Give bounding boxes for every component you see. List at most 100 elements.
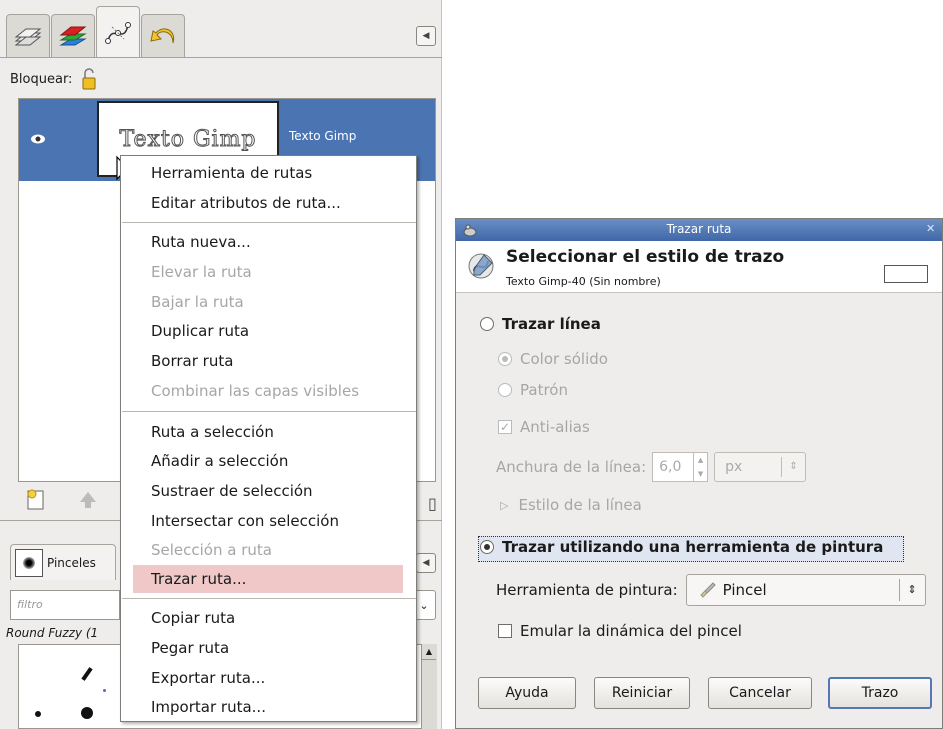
line-width-unit: px — [725, 459, 743, 475]
pattern-label: Patrón — [520, 381, 568, 399]
menu-item-selection-to-path: Selección a ruta — [151, 541, 272, 559]
menu-item-path-tool[interactable]: Herramienta de rutas — [133, 159, 403, 187]
spin-arrows-icon: ▲ ▼ — [693, 453, 707, 481]
scroll-up-icon[interactable]: ▲ — [422, 644, 436, 660]
menu-item-duplicate-path[interactable]: Duplicar ruta — [133, 317, 403, 345]
stroke-path-dialog: Trazar ruta ✕ Seleccionar el estilo de t… — [455, 218, 943, 729]
solid-color-label: Color sólido — [520, 350, 608, 368]
path-thumbnail-text: Texto Gimp — [119, 126, 257, 152]
menu-item-raise-path: Elevar la ruta — [151, 263, 252, 281]
brush-name: Round Fuzzy (1 — [6, 626, 99, 640]
lock-icon[interactable] — [80, 66, 98, 92]
brush-preview[interactable] — [35, 711, 41, 717]
solid-color-option: Color sólido — [498, 350, 608, 368]
line-width-spinbox: 6,0 ▲ ▼ — [652, 452, 709, 482]
triangle-left-icon: ◀ — [422, 31, 430, 41]
paint-tool-option-label: Trazar utilizando una herramienta de pin… — [502, 538, 884, 556]
paths-icon — [105, 21, 131, 44]
brushes-menu-button[interactable]: ◀ — [416, 553, 436, 573]
raise-path-icon[interactable] — [76, 488, 100, 512]
brushes-tab[interactable]: Pinceles — [10, 544, 116, 580]
line-style-label: Estilo de la línea — [518, 496, 642, 514]
pattern-radio — [498, 383, 512, 397]
menu-item-copy-path[interactable]: Copiar ruta — [133, 604, 403, 632]
menu-item-add-to-selection[interactable]: Añadir a selección — [133, 447, 403, 475]
menu-item-stroke-path[interactable]: Trazar ruta... — [133, 565, 403, 593]
brush-preview[interactable] — [81, 667, 93, 681]
menu-separator — [122, 222, 416, 223]
menu-separator — [122, 598, 416, 599]
new-path-icon[interactable] — [24, 488, 48, 512]
menu-item-paste-path[interactable]: Pegar ruta — [133, 634, 403, 662]
line-style-expander: ▷ Estilo de la línea — [500, 496, 642, 514]
triangle-left-icon: ◀ — [422, 558, 430, 568]
menu-item-export-path[interactable]: Exportar ruta... — [133, 664, 403, 692]
expander-triangle-icon: ▷ — [500, 498, 509, 512]
brush-filter-input[interactable]: filtro — [10, 590, 120, 620]
emulate-dynamics-option[interactable]: Emular la dinámica del pincel — [498, 622, 742, 640]
header-title: Seleccionar el estilo de trazo — [506, 247, 785, 267]
brush-preview[interactable] — [103, 689, 106, 692]
close-icon[interactable]: ✕ — [926, 222, 940, 238]
chevron-down-icon: ⌄ — [419, 598, 429, 612]
stroke-line-label: Trazar línea — [502, 315, 601, 333]
reset-button[interactable]: Reiniciar — [594, 677, 690, 709]
paint-tool-radio[interactable] — [480, 540, 494, 554]
undo-history-tab[interactable] — [141, 14, 185, 58]
paint-tool-value: Pincel — [722, 581, 767, 599]
paintbrush-icon — [699, 582, 716, 598]
stroke-line-radio[interactable] — [480, 317, 494, 331]
line-width-unit-select: px ⇕ — [714, 452, 807, 482]
antialias-checkbox: ✓ — [498, 420, 512, 434]
layers-tab[interactable] — [6, 14, 50, 58]
paths-tab[interactable] — [96, 6, 140, 58]
menu-separator — [122, 411, 416, 412]
paint-tool-label: Herramienta de pintura: — [496, 581, 678, 599]
menu-item-import-path[interactable]: Importar ruta... — [133, 693, 403, 721]
pattern-option: Patrón — [498, 381, 568, 399]
lock-label: Bloquear: — [10, 71, 73, 87]
menu-item-subtract-from-selection[interactable]: Sustraer de selección — [133, 477, 403, 505]
menu-item-edit-path-attributes[interactable]: Editar atributos de ruta... — [133, 189, 403, 217]
delete-path-icon[interactable]: ▯ — [428, 494, 437, 513]
dialog-titlebar[interactable]: Trazar ruta ✕ — [456, 219, 942, 241]
paths-context-menu: Herramienta de rutas Editar atributos de… — [120, 155, 417, 722]
paint-tool-row: Herramienta de pintura: Pincel ⇕ — [496, 574, 926, 606]
antialias-option: ✓ Anti-alias — [498, 418, 590, 436]
emulate-dynamics-label: Emular la dinámica del pincel — [520, 622, 742, 640]
updown-icon: ⇕ — [898, 579, 925, 601]
layers-icon — [14, 28, 42, 45]
paint-tool-select[interactable]: Pincel ⇕ — [685, 574, 926, 606]
menu-item-merge-visible: Combinar las capas visibles — [151, 382, 360, 400]
dock-tabs — [6, 6, 186, 58]
dialog-header: Seleccionar el estilo de trazo Texto Gim… — [456, 241, 942, 293]
dock-menu-button[interactable]: ◀ — [416, 26, 436, 46]
menu-item-new-path[interactable]: Ruta nueva... — [133, 228, 403, 256]
channels-tab[interactable] — [51, 14, 95, 58]
paint-tool-option[interactable]: Trazar utilizando una herramienta de pin… — [480, 538, 883, 556]
visibility-eye-icon[interactable] — [29, 130, 47, 148]
undo-history-icon — [150, 27, 175, 43]
menu-item-delete-path[interactable]: Borrar ruta — [133, 347, 403, 375]
brushes-tab-label: Pinceles — [47, 555, 96, 570]
menu-item-intersect-with-selection[interactable]: Intersectar con selección — [133, 507, 403, 535]
stroke-path-icon — [468, 253, 494, 279]
path-name[interactable]: Texto Gimp — [289, 129, 356, 143]
menu-item-lower-path: Bajar la ruta — [151, 293, 244, 311]
cancel-button[interactable]: Cancelar — [708, 677, 812, 709]
channels-icon — [59, 26, 87, 45]
line-width-value: 6,0 — [659, 459, 682, 475]
help-button[interactable]: Ayuda — [478, 677, 576, 709]
antialias-label: Anti-alias — [520, 418, 590, 436]
line-width-row: Anchura de la línea: 6,0 ▲ ▼ px ⇕ — [496, 452, 807, 482]
updown-icon: ⇕ — [781, 457, 805, 477]
brush-grid-scrollbar[interactable]: ▲ — [421, 644, 437, 729]
solid-color-radio — [498, 352, 512, 366]
stroke-line-option[interactable]: Trazar línea — [480, 315, 601, 333]
lock-row: Bloquear: — [10, 64, 98, 94]
brush-swatch-icon — [15, 548, 43, 577]
stroke-button[interactable]: Trazo — [828, 677, 932, 709]
emulate-dynamics-checkbox[interactable] — [498, 624, 512, 638]
menu-item-path-to-selection[interactable]: Ruta a selección — [133, 418, 403, 446]
brush-preview[interactable] — [81, 707, 93, 719]
